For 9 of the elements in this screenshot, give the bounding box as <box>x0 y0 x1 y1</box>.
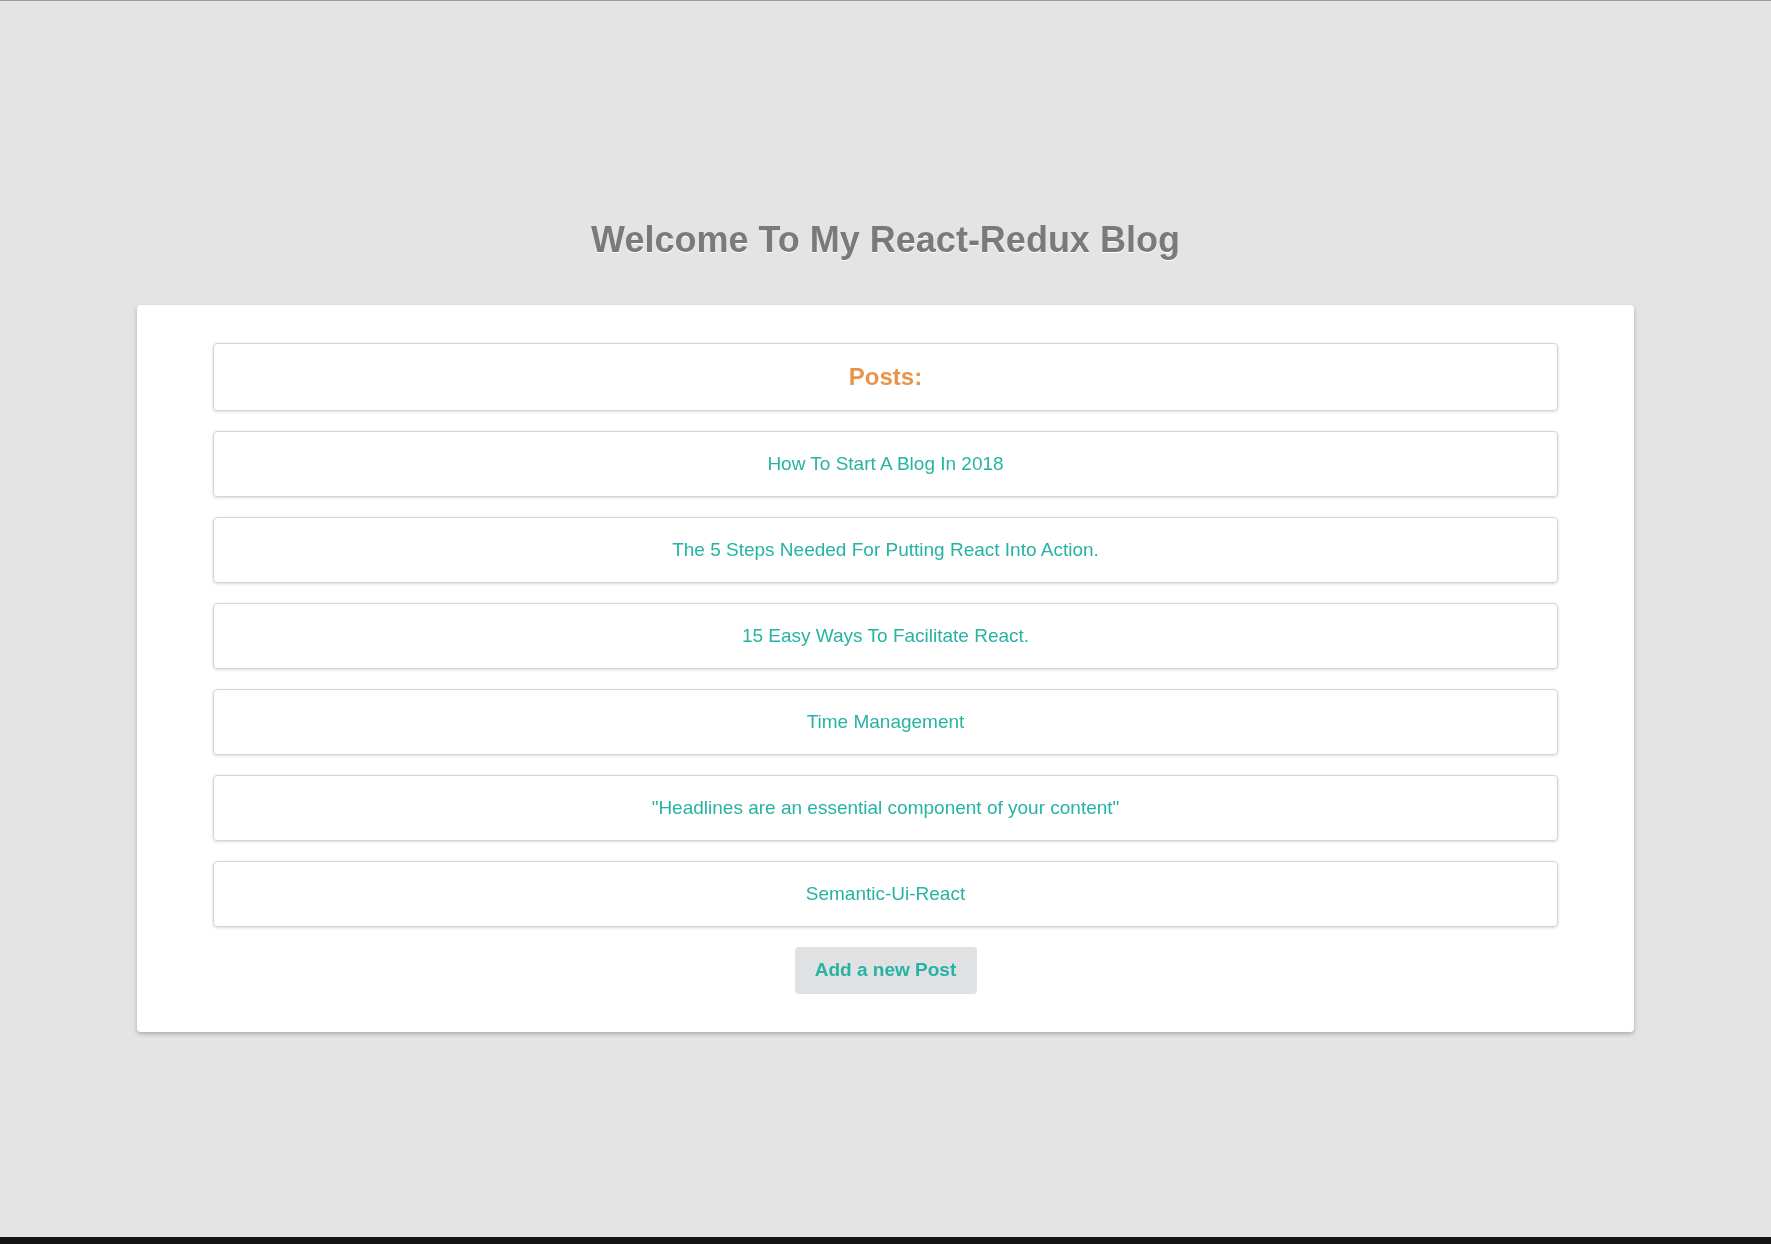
post-link[interactable]: "Headlines are an essential component of your content" <box>651 793 1120 823</box>
post-link[interactable]: The 5 Steps Needed For Putting React Into Action. <box>672 535 1099 565</box>
post-link[interactable]: Semantic-Ui-React <box>805 879 966 909</box>
posts-header: Posts: <box>213 343 1558 411</box>
add-post-button[interactable]: Add a new Post <box>794 947 977 994</box>
page-title: Welcome To My React-Redux Blog <box>591 218 1180 262</box>
post-link[interactable]: Time Management <box>806 707 965 737</box>
post-link[interactable]: 15 Easy Ways To Facilitate React. <box>741 621 1030 651</box>
post-link[interactable]: How To Start A Blog In 2018 <box>767 449 1004 479</box>
